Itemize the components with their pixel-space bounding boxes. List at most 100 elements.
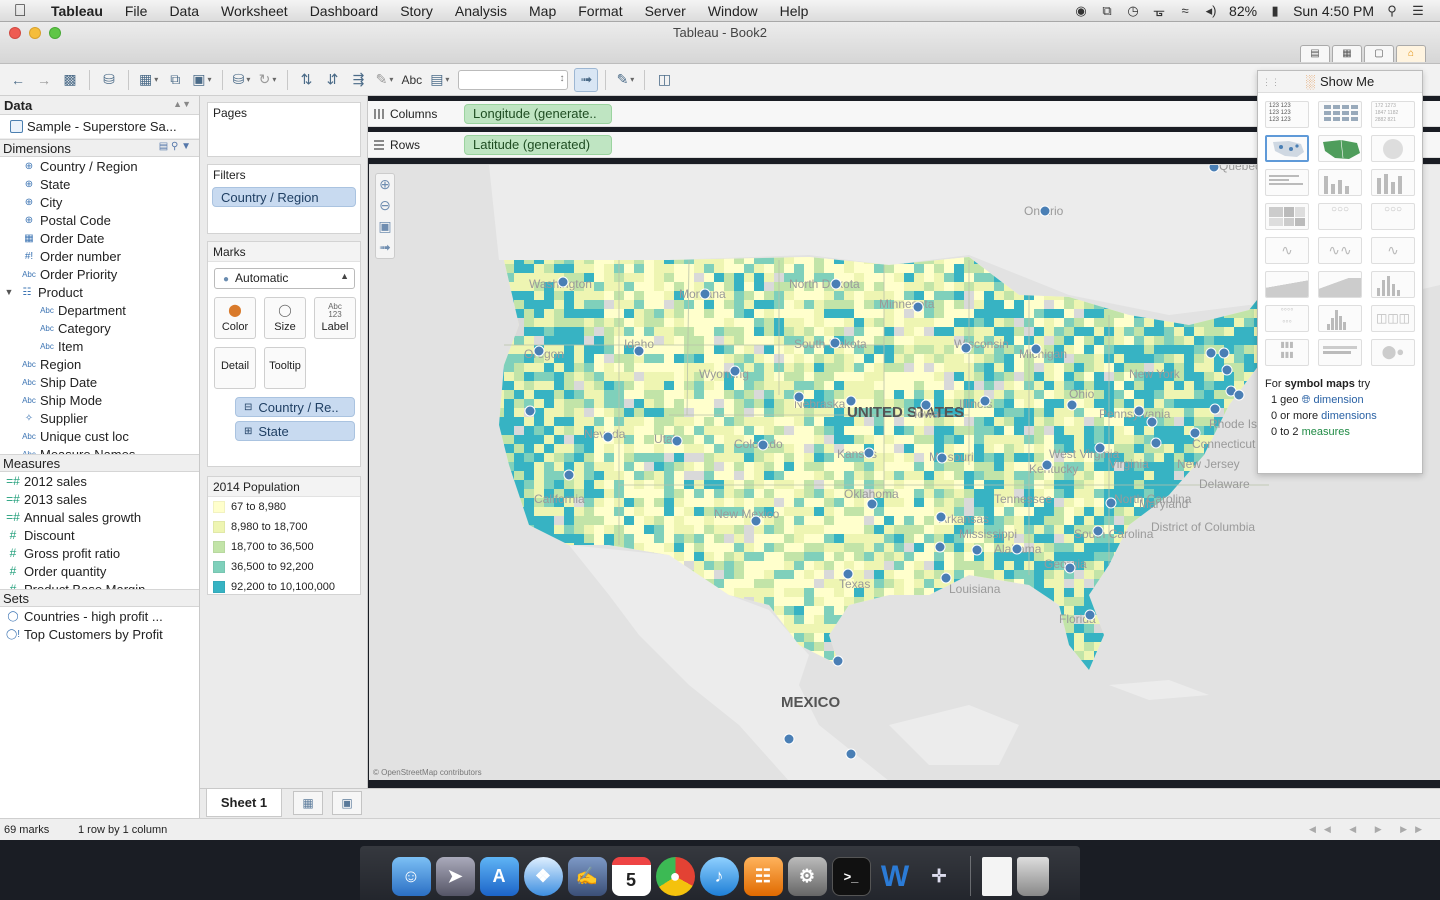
county-cell[interactable] — [834, 507, 844, 516]
county-cell[interactable] — [1174, 426, 1184, 435]
county-cell[interactable] — [554, 327, 564, 336]
county-cell[interactable] — [804, 534, 814, 543]
county-cell[interactable] — [744, 399, 754, 408]
calendar-icon[interactable]: 5 — [611, 857, 651, 896]
county-cell[interactable] — [724, 435, 734, 444]
county-cell[interactable] — [684, 300, 694, 309]
stacked-bars-thumbnail[interactable] — [1318, 169, 1362, 196]
county-cell[interactable] — [794, 354, 804, 363]
county-cell[interactable] — [654, 273, 664, 282]
county-cell[interactable] — [604, 480, 614, 489]
county-cell[interactable] — [1044, 417, 1054, 426]
county-cell[interactable] — [654, 327, 664, 336]
county-cell[interactable] — [1074, 507, 1084, 516]
longitude-pill[interactable]: Longitude (generate.. — [464, 103, 612, 124]
county-cell[interactable] — [584, 318, 594, 327]
county-cell[interactable] — [594, 291, 604, 300]
circle-views-thumbnail[interactable]: ○○○ — [1318, 203, 1362, 230]
county-cell[interactable] — [524, 309, 534, 318]
county-cell[interactable] — [514, 372, 524, 381]
county-cell[interactable] — [1064, 516, 1074, 525]
county-cell[interactable] — [724, 453, 734, 462]
county-cell[interactable] — [704, 534, 714, 543]
county-cell[interactable] — [834, 597, 844, 606]
mark-type-select[interactable]: ● Automatic ▲ — [214, 268, 355, 289]
county-cell[interactable] — [764, 381, 774, 390]
county-cell[interactable] — [924, 498, 934, 507]
county-cell[interactable] — [514, 282, 524, 291]
county-cell[interactable] — [974, 318, 984, 327]
county-cell[interactable] — [904, 327, 914, 336]
county-cell[interactable] — [804, 363, 814, 372]
county-cell[interactable] — [634, 462, 644, 471]
county-cell[interactable] — [1014, 300, 1024, 309]
county-cell[interactable] — [654, 525, 664, 534]
county-cell[interactable] — [854, 426, 864, 435]
county-cell[interactable] — [1004, 327, 1014, 336]
state-point-mark[interactable] — [935, 511, 947, 523]
county-cell[interactable] — [724, 309, 734, 318]
county-cell[interactable] — [1154, 336, 1164, 345]
county-cell[interactable] — [704, 300, 714, 309]
county-cell[interactable] — [1034, 561, 1044, 570]
county-cell[interactable] — [794, 435, 804, 444]
county-cell[interactable] — [1074, 498, 1084, 507]
county-cell[interactable] — [524, 300, 534, 309]
county-cell[interactable] — [704, 570, 714, 579]
county-cell[interactable] — [974, 444, 984, 453]
detail-pill-country[interactable]: ⊟ Country / Re.. — [235, 397, 355, 417]
menu-analysis[interactable]: Analysis — [444, 3, 518, 19]
menu-help[interactable]: Help — [769, 3, 820, 19]
state-point-mark[interactable] — [602, 431, 614, 443]
county-cell[interactable] — [654, 318, 664, 327]
county-cell[interactable] — [1014, 516, 1024, 525]
county-cell[interactable] — [1124, 327, 1134, 336]
county-cell[interactable] — [764, 480, 774, 489]
county-cell[interactable] — [724, 471, 734, 480]
county-cell[interactable] — [794, 309, 804, 318]
county-cell[interactable] — [804, 300, 814, 309]
county-cell[interactable] — [544, 408, 554, 417]
county-cell[interactable] — [554, 453, 564, 462]
county-cell[interactable] — [834, 462, 844, 471]
county-cell[interactable] — [764, 390, 774, 399]
county-cell[interactable] — [654, 390, 664, 399]
county-cell[interactable] — [904, 282, 914, 291]
county-cell[interactable] — [524, 318, 534, 327]
county-cell[interactable] — [1014, 561, 1024, 570]
discrete-area-thumbnail[interactable] — [1318, 271, 1362, 298]
county-cell[interactable] — [884, 516, 894, 525]
county-cell[interactable] — [1034, 507, 1044, 516]
county-cell[interactable] — [574, 453, 584, 462]
county-cell[interactable] — [544, 435, 554, 444]
county-cell[interactable] — [1004, 300, 1014, 309]
county-cell[interactable] — [784, 453, 794, 462]
county-cell[interactable] — [834, 381, 844, 390]
county-cell[interactable] — [704, 498, 714, 507]
county-cell[interactable] — [714, 543, 724, 552]
county-cell[interactable] — [754, 462, 764, 471]
county-cell[interactable] — [674, 408, 684, 417]
continuous-area-thumbnail[interactable] — [1265, 271, 1309, 298]
county-cell[interactable] — [774, 543, 784, 552]
county-cell[interactable] — [804, 444, 814, 453]
county-cell[interactable] — [594, 498, 604, 507]
county-cell[interactable] — [814, 354, 824, 363]
state-point-mark[interactable] — [1146, 416, 1158, 428]
dimension-field[interactable]: ⊕ Country / Region — [0, 157, 199, 175]
county-cell[interactable] — [504, 435, 514, 444]
county-cell[interactable] — [1114, 336, 1124, 345]
county-cell[interactable] — [644, 354, 654, 363]
county-cell[interactable] — [604, 489, 614, 498]
county-cell[interactable] — [904, 516, 914, 525]
sheet-sorter-icon[interactable]: ▦ — [1332, 45, 1362, 62]
county-cell[interactable] — [734, 291, 744, 300]
county-cell[interactable] — [664, 534, 674, 543]
county-cell[interactable] — [1084, 426, 1094, 435]
county-cell[interactable] — [934, 471, 944, 480]
county-cell[interactable] — [654, 363, 664, 372]
county-cell[interactable] — [1094, 372, 1104, 381]
county-cell[interactable] — [784, 327, 794, 336]
county-cell[interactable] — [734, 471, 744, 480]
county-cell[interactable] — [754, 354, 764, 363]
